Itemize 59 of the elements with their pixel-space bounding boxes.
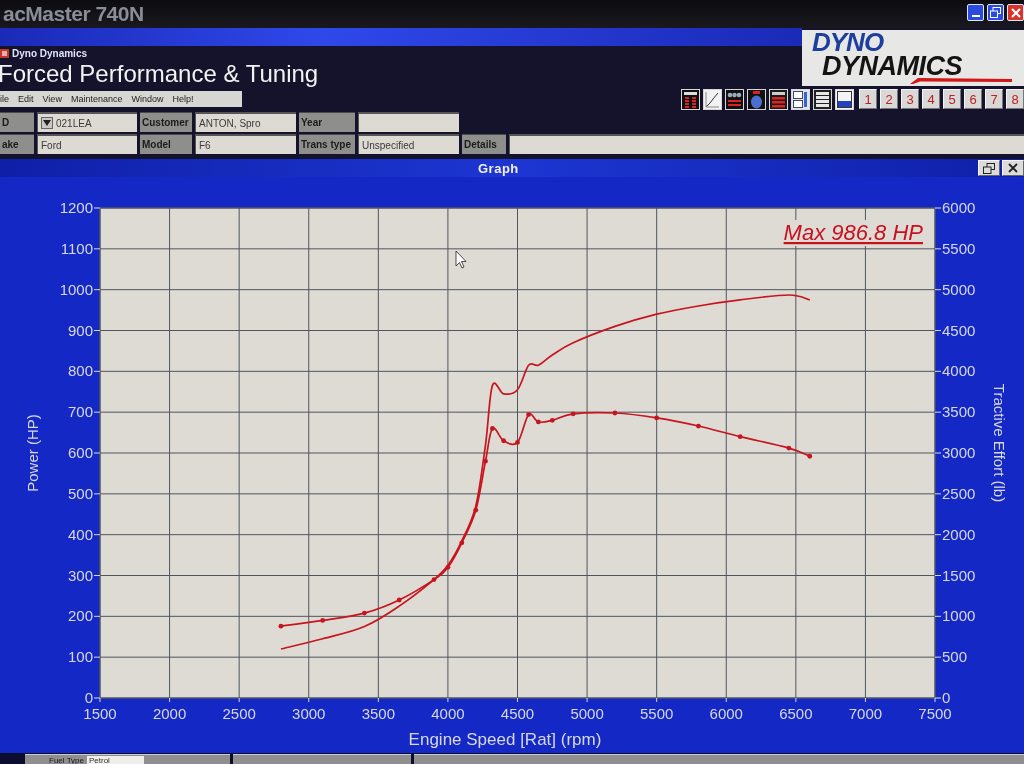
tick-label: 5500: [942, 239, 976, 257]
tick-label: 900: [67, 321, 93, 339]
tick-label: 400: [67, 525, 93, 543]
tick-label: 3000: [292, 705, 326, 722]
tick-label: 7000: [848, 705, 883, 722]
field-label: Details: [462, 134, 506, 154]
field-label: ake: [0, 134, 34, 154]
field-label: Model: [140, 134, 192, 154]
tick-label: 2500: [942, 484, 976, 502]
tick-label: 6000: [709, 705, 743, 722]
value-field: Petrol: [87, 755, 144, 764]
tick-label: 5500: [640, 705, 674, 722]
tick-label: 1000: [942, 607, 976, 625]
field-label: Fuel Type: [49, 756, 84, 764]
tick-label: 3500: [942, 403, 976, 421]
field-label: Trans type: [299, 134, 355, 154]
app-title: Forced Performance & Tuning: [0, 60, 319, 87]
tick-label: 4000: [942, 362, 976, 380]
annotation-label: Max 986.8 HP: [783, 220, 923, 245]
logo-text: DYNO: [812, 30, 884, 54]
tick-label: 300: [67, 566, 93, 584]
tick-label: 4000: [431, 705, 465, 722]
tick-label: 2000: [942, 525, 976, 543]
tick-label: 0: [942, 689, 951, 706]
window-title: Dyno Dynamics: [12, 47, 88, 59]
monitor-label: acMaster 740N: [3, 2, 144, 26]
tick-label: 1100: [60, 239, 93, 257]
tick-label: 1500: [83, 705, 117, 722]
field-label: Customer: [140, 112, 192, 132]
tick-label: 2000: [152, 705, 187, 722]
tick-label: 1500: [942, 566, 976, 584]
tick-label: 2500: [222, 705, 256, 722]
tick-label: 4500: [942, 321, 976, 339]
tick-label: 500: [67, 484, 93, 502]
tick-label: 3000: [942, 444, 976, 461]
logo-text: DYNAMICS: [822, 54, 962, 78]
tick-label: 800: [67, 362, 93, 380]
tick-label: 3500: [361, 705, 395, 722]
axis-title: Tractive Effort (lb): [991, 383, 1008, 503]
field-label: Year: [299, 112, 355, 132]
axis-title: Engine Speed [Rat] (rpm): [408, 730, 602, 749]
field-label: D: [0, 112, 34, 132]
tick-label: 0: [84, 689, 93, 706]
tick-label: 5000: [570, 705, 604, 722]
tick-label: 5000: [942, 280, 976, 298]
tick-label: 100: [67, 648, 93, 666]
tick-label: 1000: [59, 280, 93, 298]
tick-label: 7500: [918, 705, 952, 722]
tick-label: 200: [67, 607, 93, 625]
tick-label: 500: [942, 648, 968, 666]
tick-label: 6500: [779, 705, 813, 722]
tick-label: 600: [67, 444, 93, 461]
field-value: 021LEA: [56, 117, 92, 129]
tick-label: 1200: [59, 199, 93, 216]
tick-label: 700: [67, 403, 93, 421]
window-title: Graph: [478, 160, 519, 176]
axis-title: Power (HP): [24, 414, 41, 492]
tick-label: 6000: [942, 199, 976, 216]
tick-label: 4500: [500, 705, 535, 722]
